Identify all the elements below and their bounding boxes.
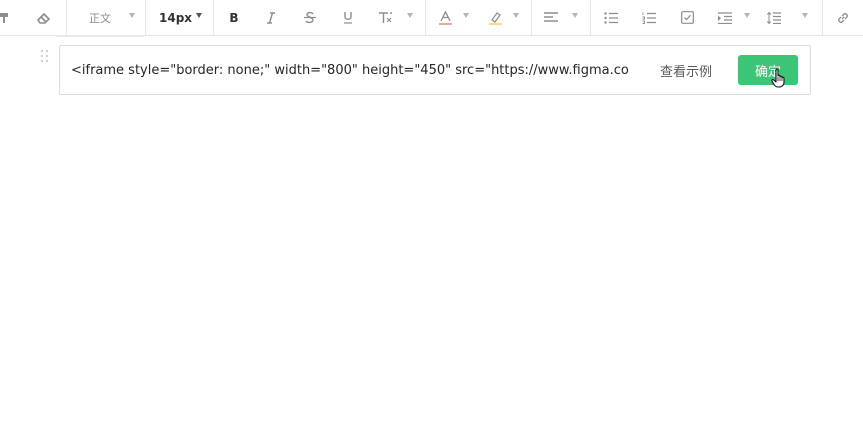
eraser-icon[interactable] — [34, 0, 54, 35]
toolbar-divider — [66, 0, 67, 35]
font-size-value: 14px — [159, 10, 193, 25]
align-chevron-down-icon[interactable] — [572, 13, 578, 18]
clear-format-chevron-down-icon[interactable] — [407, 13, 413, 18]
toolbar-divider — [822, 0, 823, 35]
toolbar-divider — [590, 0, 591, 35]
toolbar-divider — [531, 0, 532, 35]
underline-icon[interactable] — [338, 0, 358, 35]
italic-icon[interactable] — [261, 0, 281, 35]
font-color-chevron-down-icon[interactable] — [463, 13, 469, 18]
link-icon[interactable] — [833, 0, 853, 35]
line-height-icon[interactable] — [764, 0, 784, 35]
bold-label: B — [229, 10, 239, 25]
font-color-icon[interactable] — [435, 0, 455, 35]
editor-toolbar: 正文 14px B — [0, 0, 863, 36]
toolbar-divider — [213, 0, 214, 35]
confirm-button[interactable]: 确定 — [738, 55, 798, 85]
hand-cursor-icon — [771, 68, 787, 92]
highlight-chevron-down-icon[interactable] — [513, 13, 519, 18]
highlight-icon[interactable] — [485, 0, 505, 35]
toolbar-active-indicator — [57, 35, 143, 37]
numbered-list-icon[interactable] — [639, 0, 659, 35]
drag-handle-icon[interactable] — [41, 50, 51, 64]
line-height-chevron-down-icon[interactable] — [802, 13, 808, 18]
bold-icon[interactable]: B — [224, 0, 244, 35]
strikethrough-icon[interactable] — [300, 0, 320, 35]
embed-code-panel: 查看示例 确定 — [59, 45, 811, 95]
toolbar-divider — [145, 0, 146, 35]
indent-icon[interactable] — [715, 0, 735, 35]
paragraph-style-chevron-down-icon — [129, 13, 135, 18]
format-painter-icon[interactable] — [0, 0, 12, 35]
checkbox-list-icon[interactable] — [677, 0, 697, 35]
embed-code-input[interactable] — [71, 60, 631, 80]
bullet-list-icon[interactable] — [601, 0, 621, 35]
view-example-link[interactable]: 查看示例 — [660, 61, 712, 80]
toolbar-divider — [425, 0, 426, 35]
clear-format-icon[interactable] — [375, 0, 397, 35]
align-icon[interactable] — [541, 0, 561, 35]
paragraph-style-value: 正文 — [89, 11, 111, 25]
indent-chevron-down-icon[interactable] — [744, 13, 750, 18]
font-size-chevron-down-icon — [196, 13, 202, 18]
